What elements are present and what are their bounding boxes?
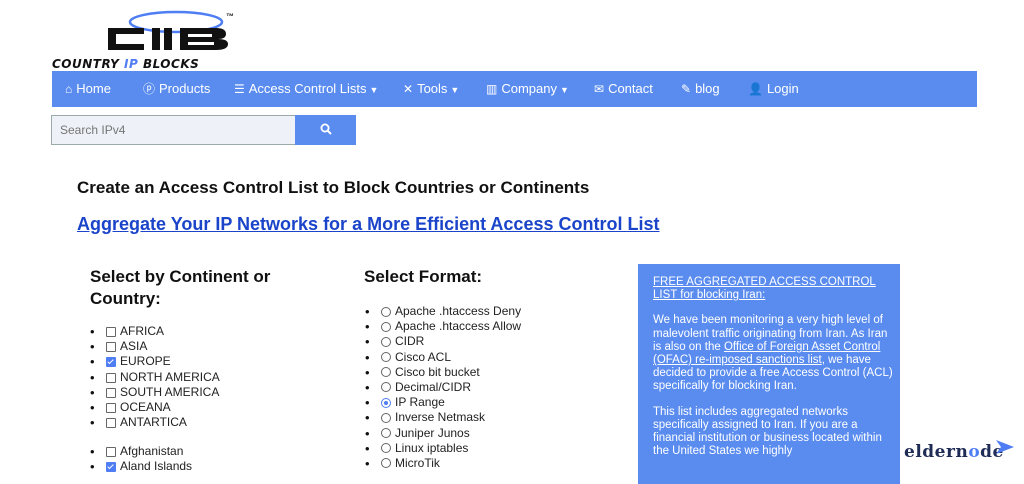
panel-paragraph: This list includes aggregated networks s… [653, 405, 882, 458]
building-icon: ▥ [486, 82, 498, 96]
search-bar [51, 115, 356, 145]
nav-login[interactable]: 👤 Login [748, 71, 799, 107]
logo-wordmark: COUNTRY IP BLOCKS [52, 57, 200, 71]
watermark-arrow-icon [996, 440, 1014, 454]
trademark-mark: ™ [226, 12, 234, 21]
radio-button[interactable] [381, 352, 391, 363]
radio-button-selected[interactable] [381, 397, 391, 408]
list-item[interactable]: Cisco bit bucket [349, 365, 521, 380]
main-nav: ⌂ Home ⓟ Products ☰ Access Control Lists ▼ ✕… [52, 71, 977, 107]
checkbox[interactable] [106, 402, 116, 413]
nav-access-control-lists[interactable]: ☰ Access Control Lists ▼ [234, 71, 378, 107]
eldernode-watermark: eldernode [904, 442, 1004, 462]
iran-acl-panel: FREE AGGREGATED ACCESS CONTROL LIST for … [638, 264, 900, 484]
radio-button[interactable] [381, 336, 391, 347]
list-item[interactable]: Apache .htaccess Deny [349, 304, 521, 319]
cib-logo-icon [108, 10, 228, 50]
panel-paragraph: We have been monitoring a very high leve… [653, 314, 893, 393]
list-item[interactable]: Juniper Junos [349, 426, 521, 441]
list-item[interactable]: ANTARTICA [74, 415, 220, 430]
list-item[interactable]: Decimal/CIDR [349, 380, 521, 395]
iran-acl-link[interactable]: FREE AGGREGATED ACCESS CONTROL LIST for … [653, 276, 876, 301]
continent-heading: Select by Continent or Country: [90, 267, 271, 308]
checkbox[interactable] [106, 327, 116, 337]
list-item[interactable]: EUROPE [74, 354, 220, 369]
checkbox[interactable] [106, 372, 116, 383]
radio-button[interactable] [381, 382, 391, 393]
list-item[interactable]: IP Range [349, 395, 521, 410]
list-item[interactable]: NORTH AMERICA [74, 370, 220, 385]
nav-blog[interactable]: ✎ blog [681, 71, 720, 107]
radio-button[interactable] [381, 458, 391, 469]
list-item[interactable]: Linux iptables [349, 441, 521, 456]
chevron-down-icon: ▼ [450, 85, 460, 95]
checkbox[interactable] [106, 387, 116, 398]
list-item[interactable]: OCEANA [74, 400, 220, 415]
search-input[interactable] [51, 115, 305, 145]
tools-icon: ✕ [403, 82, 414, 96]
home-icon: ⌂ [65, 82, 73, 96]
list-item[interactable]: Afghanistan [74, 444, 192, 459]
list-icon: ☰ [234, 82, 245, 96]
list-item[interactable]: Apache .htaccess Allow [349, 319, 521, 334]
list-item[interactable]: Aland Islands [74, 459, 192, 474]
nav-products[interactable]: ⓟ Products [143, 71, 210, 107]
user-icon: 👤 [748, 82, 763, 96]
search-button[interactable] [295, 115, 356, 145]
list-item[interactable]: Inverse Netmask [349, 410, 521, 425]
continent-list: AFRICA ASIA EUROPE NORTH AMERICA SOUTH A… [74, 324, 220, 430]
page-title: Create an Access Control List to Block C… [77, 178, 590, 197]
format-heading: Select Format: [364, 267, 483, 286]
format-list: Apache .htaccess Deny Apache .htaccess A… [349, 304, 521, 471]
list-item[interactable]: CIDR [349, 334, 521, 349]
blog-icon: ✎ [681, 82, 692, 96]
nav-contact[interactable]: ✉ Contact [594, 71, 653, 107]
products-icon: ⓟ [143, 82, 156, 96]
chevron-down-icon: ▼ [559, 85, 569, 95]
radio-button[interactable] [381, 428, 391, 438]
radio-button[interactable] [381, 306, 391, 317]
checkbox[interactable] [106, 447, 116, 457]
checkbox-checked[interactable] [106, 357, 116, 368]
aggregate-networks-link[interactable]: Aggregate Your IP Networks for a More Ef… [77, 214, 659, 235]
list-item[interactable]: Cisco ACL [349, 350, 521, 365]
radio-button[interactable] [381, 412, 391, 423]
list-item[interactable]: MicroTik [349, 456, 521, 471]
chevron-down-icon: ▼ [369, 85, 379, 95]
list-item[interactable]: AFRICA [74, 324, 220, 339]
nav-company[interactable]: ▥ Company ▼ [486, 71, 569, 107]
list-item[interactable]: SOUTH AMERICA [74, 385, 220, 400]
checkbox[interactable] [106, 342, 116, 353]
country-list: Afghanistan Aland Islands [74, 444, 192, 474]
search-icon [320, 123, 332, 135]
envelope-icon: ✉ [594, 82, 605, 96]
nav-tools[interactable]: ✕ Tools ▼ [403, 71, 459, 107]
site-logo[interactable]: ™ COUNTRY IP BLOCKS [52, 8, 282, 71]
nav-home[interactable]: ⌂ Home [65, 71, 111, 107]
checkbox[interactable] [106, 418, 116, 429]
list-item[interactable]: ASIA [74, 339, 220, 354]
radio-button[interactable] [381, 367, 391, 378]
radio-button[interactable] [381, 443, 391, 454]
radio-button[interactable] [381, 321, 391, 332]
